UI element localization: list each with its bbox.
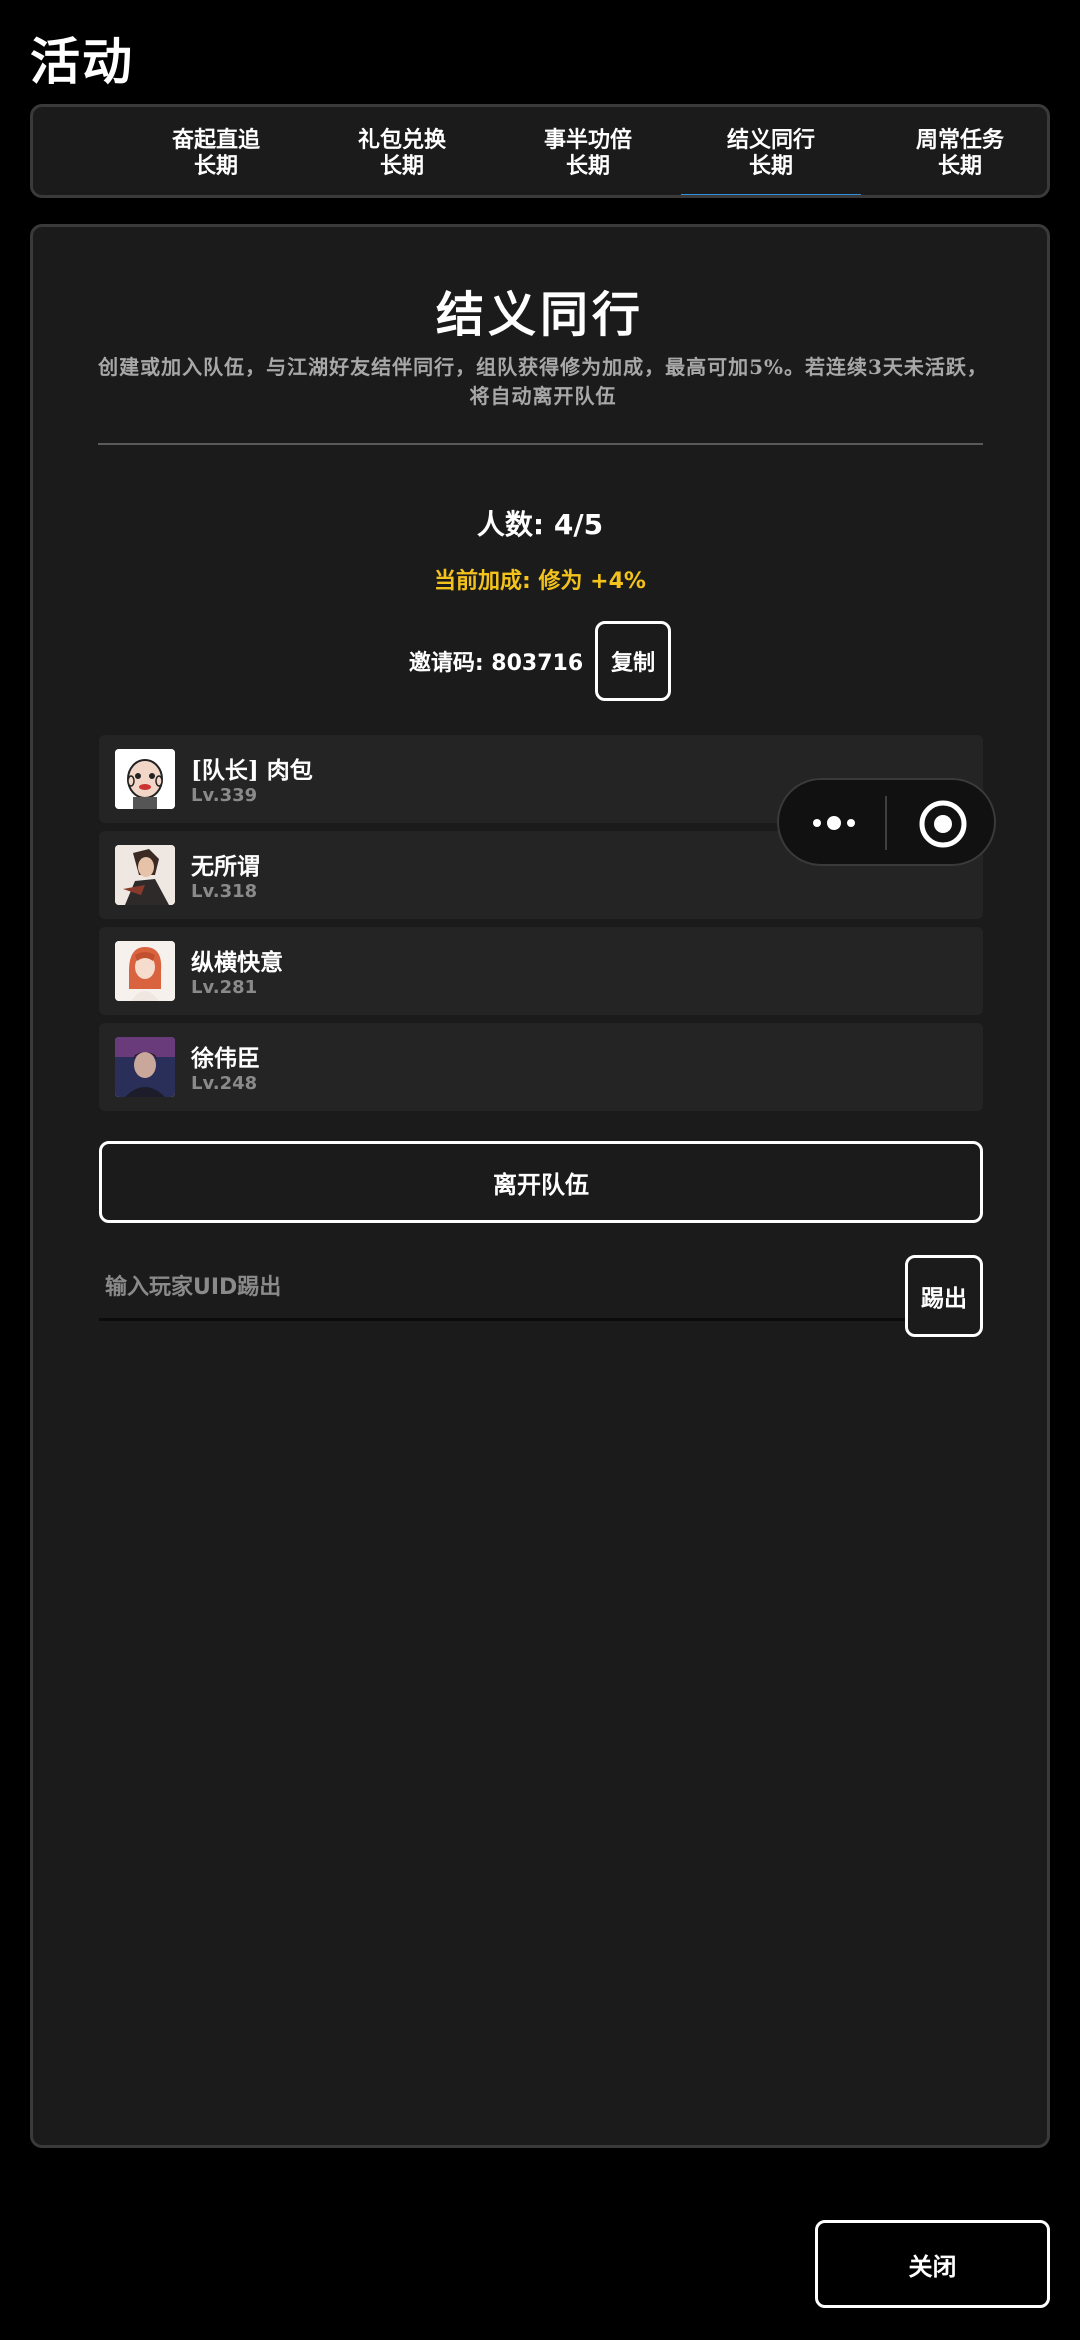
kick-button[interactable]: 踢出 xyxy=(905,1255,983,1337)
tab-sub-label: 长期 xyxy=(379,152,424,179)
member-name: 纵横快意 xyxy=(191,949,283,976)
red-haired-girl-avatar xyxy=(115,941,175,1001)
tab-label: 结义同行 xyxy=(726,126,815,153)
mini-program-capsule xyxy=(777,778,996,866)
current-bonus: 当前加成: 修为 +4% xyxy=(434,569,646,594)
tab-label: 周常任务 xyxy=(915,126,1004,153)
tab-gift-redeem[interactable]: 礼包兑换 长期 xyxy=(309,107,495,195)
tab-catch-up[interactable]: 奋起直追 长期 xyxy=(123,107,309,195)
tab-signin[interactable]: 签到 期 xyxy=(33,107,91,195)
illustrated-warrior-avatar xyxy=(115,845,175,905)
page-title: 活动 xyxy=(30,32,134,91)
member-row[interactable]: 纵横快意 Lv.281 xyxy=(99,927,983,1015)
tab-sworn-team[interactable]: 结义同行 长期 xyxy=(681,107,861,195)
tab-sub-label: 长期 xyxy=(748,152,793,179)
tab-bar: 签到 期 奋起直追 长期 礼包兑换 长期 事半功倍 长期 结义同行 长期 周常任… xyxy=(30,104,1050,198)
member-name: 徐伟臣 xyxy=(191,1045,260,1072)
invite-row: 邀请码: 803716 复制 xyxy=(33,621,1047,701)
tab-sub-label: 长期 xyxy=(565,152,610,179)
tab-weekly-tasks[interactable]: 周常任务 长期 xyxy=(867,107,1047,195)
member-level: Lv.339 xyxy=(191,785,258,806)
leave-team-button[interactable]: 离开队伍 xyxy=(99,1141,983,1223)
tab-label: 事半功倍 xyxy=(543,126,632,153)
card-title: 结义同行 xyxy=(435,287,644,343)
tab-sub-label: 长期 xyxy=(193,152,238,179)
member-level: Lv.281 xyxy=(191,977,258,998)
activity-card: 结义同行 创建或加入队伍，与江湖好友结伴同行，组队获得修为加成，最高可加5%。若… xyxy=(30,224,1050,2148)
invite-code: 邀请码: 803716 xyxy=(408,651,584,676)
member-row[interactable]: 徐伟臣 Lv.248 xyxy=(99,1023,983,1111)
bald-cartoon-avatar xyxy=(115,749,175,809)
close-button[interactable]: 关闭 xyxy=(815,2220,1050,2308)
member-name: [队长] 肉包 xyxy=(191,757,313,784)
divider xyxy=(98,443,983,445)
more-icon[interactable] xyxy=(809,808,865,838)
member-level: Lv.248 xyxy=(191,1073,258,1094)
tab-sub-label: 长期 xyxy=(937,152,982,179)
tab-label: 礼包兑换 xyxy=(357,126,446,153)
tab-double-effect[interactable]: 事半功倍 长期 xyxy=(495,107,681,195)
photo-portrait-avatar xyxy=(115,1037,175,1097)
tab-label: 奋起直追 xyxy=(171,126,260,153)
member-count: 人数: 4/5 xyxy=(476,508,604,541)
close-target-icon[interactable] xyxy=(917,798,969,850)
member-name: 无所谓 xyxy=(191,853,260,880)
member-level: Lv.318 xyxy=(191,881,258,902)
uid-kick-input[interactable] xyxy=(99,1257,923,1321)
copy-button[interactable]: 复制 xyxy=(595,621,672,701)
capsule-divider xyxy=(885,796,887,850)
card-description: 创建或加入队伍，与江湖好友结伴同行，组队获得修为加成，最高可加5%。若连续3天未… xyxy=(98,355,988,408)
